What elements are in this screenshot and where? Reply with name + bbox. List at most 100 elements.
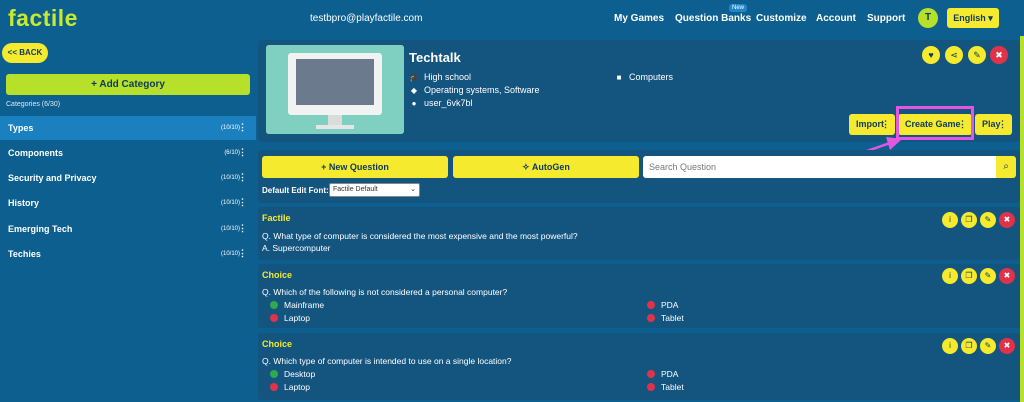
kebab-menu-icon[interactable]: ⋮ <box>238 147 247 158</box>
category-item-techies[interactable]: Techies (10/10) ⋮ <box>0 242 256 266</box>
question-type: Factile <box>262 213 291 223</box>
nav-customize[interactable]: Customize <box>756 13 807 24</box>
bank-thumbnail[interactable] <box>266 45 404 134</box>
kebab-menu-icon[interactable]: ⋮ <box>238 172 247 183</box>
delete-question-button[interactable]: ✖ <box>999 212 1015 228</box>
wrong-dot-icon <box>270 383 278 391</box>
category-item-components[interactable]: Components (6/10) ⋮ <box>0 141 256 165</box>
nav-question-banks[interactable]: Question Banks <box>675 13 751 24</box>
edit-question-button[interactable]: ✎ <box>980 268 996 284</box>
trash-icon: ✖ <box>1003 271 1011 280</box>
option-label: PDA <box>661 369 679 379</box>
back-button[interactable]: << BACK <box>2 43 48 63</box>
search-input[interactable]: Search Question <box>643 156 996 178</box>
option-item: Mainframe <box>270 300 324 310</box>
search-button[interactable]: ⌕ <box>996 156 1016 178</box>
font-value: Factile Default <box>333 186 378 193</box>
kebab-menu-icon: ⋮ <box>998 119 1007 129</box>
edit-question-button[interactable]: ✎ <box>980 212 996 228</box>
import-label: Import <box>856 119 884 129</box>
subject-label: Computers <box>629 72 674 82</box>
question-type: Choice <box>262 339 293 349</box>
edit-icon: ✎ <box>984 271 992 280</box>
kebab-menu-icon[interactable]: ⋮ <box>238 197 247 208</box>
wrong-dot-icon <box>647 370 655 378</box>
option-label: Tablet <box>661 313 684 323</box>
edit-icon: ✎ <box>984 215 992 224</box>
info-button[interactable]: i <box>942 338 958 354</box>
category-label: Components <box>8 148 63 158</box>
bank-owner: ● user_6vk7bl <box>409 98 473 108</box>
nav-account[interactable]: Account <box>816 13 856 24</box>
option-item: Tablet <box>647 382 684 392</box>
wrong-dot-icon <box>647 383 655 391</box>
kebab-menu-icon[interactable]: ⋮ <box>238 122 247 133</box>
copy-button[interactable]: ❐ <box>961 212 977 228</box>
font-label: Default Edit Font: <box>262 186 329 195</box>
copy-button[interactable]: ❐ <box>961 338 977 354</box>
delete-button[interactable]: ✖ <box>990 46 1008 64</box>
font-select[interactable]: Factile Default ⌄ <box>329 183 420 197</box>
wrong-dot-icon <box>647 301 655 309</box>
search-icon: ⌕ <box>1003 161 1009 172</box>
delete-question-button[interactable]: ✖ <box>999 338 1015 354</box>
trash-icon: ✖ <box>995 50 1003 60</box>
copy-icon: ❐ <box>965 215 973 224</box>
nav-my-games[interactable]: My Games <box>614 13 664 24</box>
heart-button[interactable]: ♥ <box>922 46 940 64</box>
chevron-down-icon: ⌄ <box>410 186 416 193</box>
edit-icon: ✎ <box>984 341 992 350</box>
question-card <box>258 333 1020 400</box>
language-select[interactable]: English ▾ <box>947 8 999 28</box>
play-button[interactable]: Play ⋮ <box>975 114 1012 135</box>
option-label: Tablet <box>661 382 684 392</box>
graduation-cap-icon: 🎓 <box>409 73 419 82</box>
share-button[interactable]: ⋖ <box>945 46 963 64</box>
avatar[interactable]: T <box>918 8 938 28</box>
wrong-dot-icon <box>270 314 278 322</box>
question-text: Q. Which type of computer is intended to… <box>262 356 512 366</box>
language-label: English <box>953 13 986 23</box>
category-item-history[interactable]: History (10/10) ⋮ <box>0 191 256 215</box>
category-item-types[interactable]: Types (10/10) ⋮ <box>0 116 256 140</box>
question-answer: A. Supercomputer <box>262 243 331 253</box>
bank-title: Techtalk <box>409 50 461 65</box>
user-icon: ● <box>411 99 417 108</box>
tags-label: Operating systems, Software <box>424 85 540 95</box>
edit-button[interactable]: ✎ <box>968 46 986 64</box>
option-item: Desktop <box>270 369 315 379</box>
bank-tags: ◆ Operating systems, Software <box>409 85 540 95</box>
bank-subject: ■ Computers <box>614 72 673 82</box>
category-label: Security and Privacy <box>8 173 97 183</box>
info-button[interactable]: i <box>942 268 958 284</box>
question-text: Q. Which of the following is not conside… <box>262 287 508 297</box>
right-accent-bar <box>1020 36 1024 402</box>
kebab-menu-icon[interactable]: ⋮ <box>238 248 247 259</box>
option-label: Laptop <box>284 382 310 392</box>
top-nav: factile testbpro@playfactile.com My Game… <box>0 0 1024 36</box>
nav-support[interactable]: Support <box>867 13 905 24</box>
factile-logo[interactable]: factile <box>8 5 78 32</box>
trash-icon: ✖ <box>1003 215 1011 224</box>
delete-question-button[interactable]: ✖ <box>999 268 1015 284</box>
chevron-down-icon: ▾ <box>985 13 993 23</box>
option-label: PDA <box>661 300 679 310</box>
bank-grade: 🎓 High school <box>409 72 471 82</box>
owner-label: user_6vk7bl <box>424 98 473 108</box>
share-icon: ⋖ <box>950 50 958 60</box>
category-label: History <box>8 198 40 208</box>
info-button[interactable]: i <box>942 212 958 228</box>
edit-question-button[interactable]: ✎ <box>980 338 996 354</box>
copy-icon: ❐ <box>965 271 973 280</box>
category-item-security[interactable]: Security and Privacy (10/10) ⋮ <box>0 166 256 190</box>
kebab-menu-icon[interactable]: ⋮ <box>238 223 247 234</box>
new-question-button[interactable]: + New Question <box>262 156 448 178</box>
option-label: Laptop <box>284 313 310 323</box>
autogen-button[interactable]: ✧ AutoGen <box>453 156 639 178</box>
copy-button[interactable]: ❐ <box>961 268 977 284</box>
wrong-dot-icon <box>647 314 655 322</box>
add-category-button[interactable]: + Add Category <box>6 74 250 95</box>
magic-wand-icon: ✧ <box>522 162 532 172</box>
option-item: PDA <box>647 369 678 379</box>
category-item-emerging-tech[interactable]: Emerging Tech (10/10) ⋮ <box>0 217 256 241</box>
